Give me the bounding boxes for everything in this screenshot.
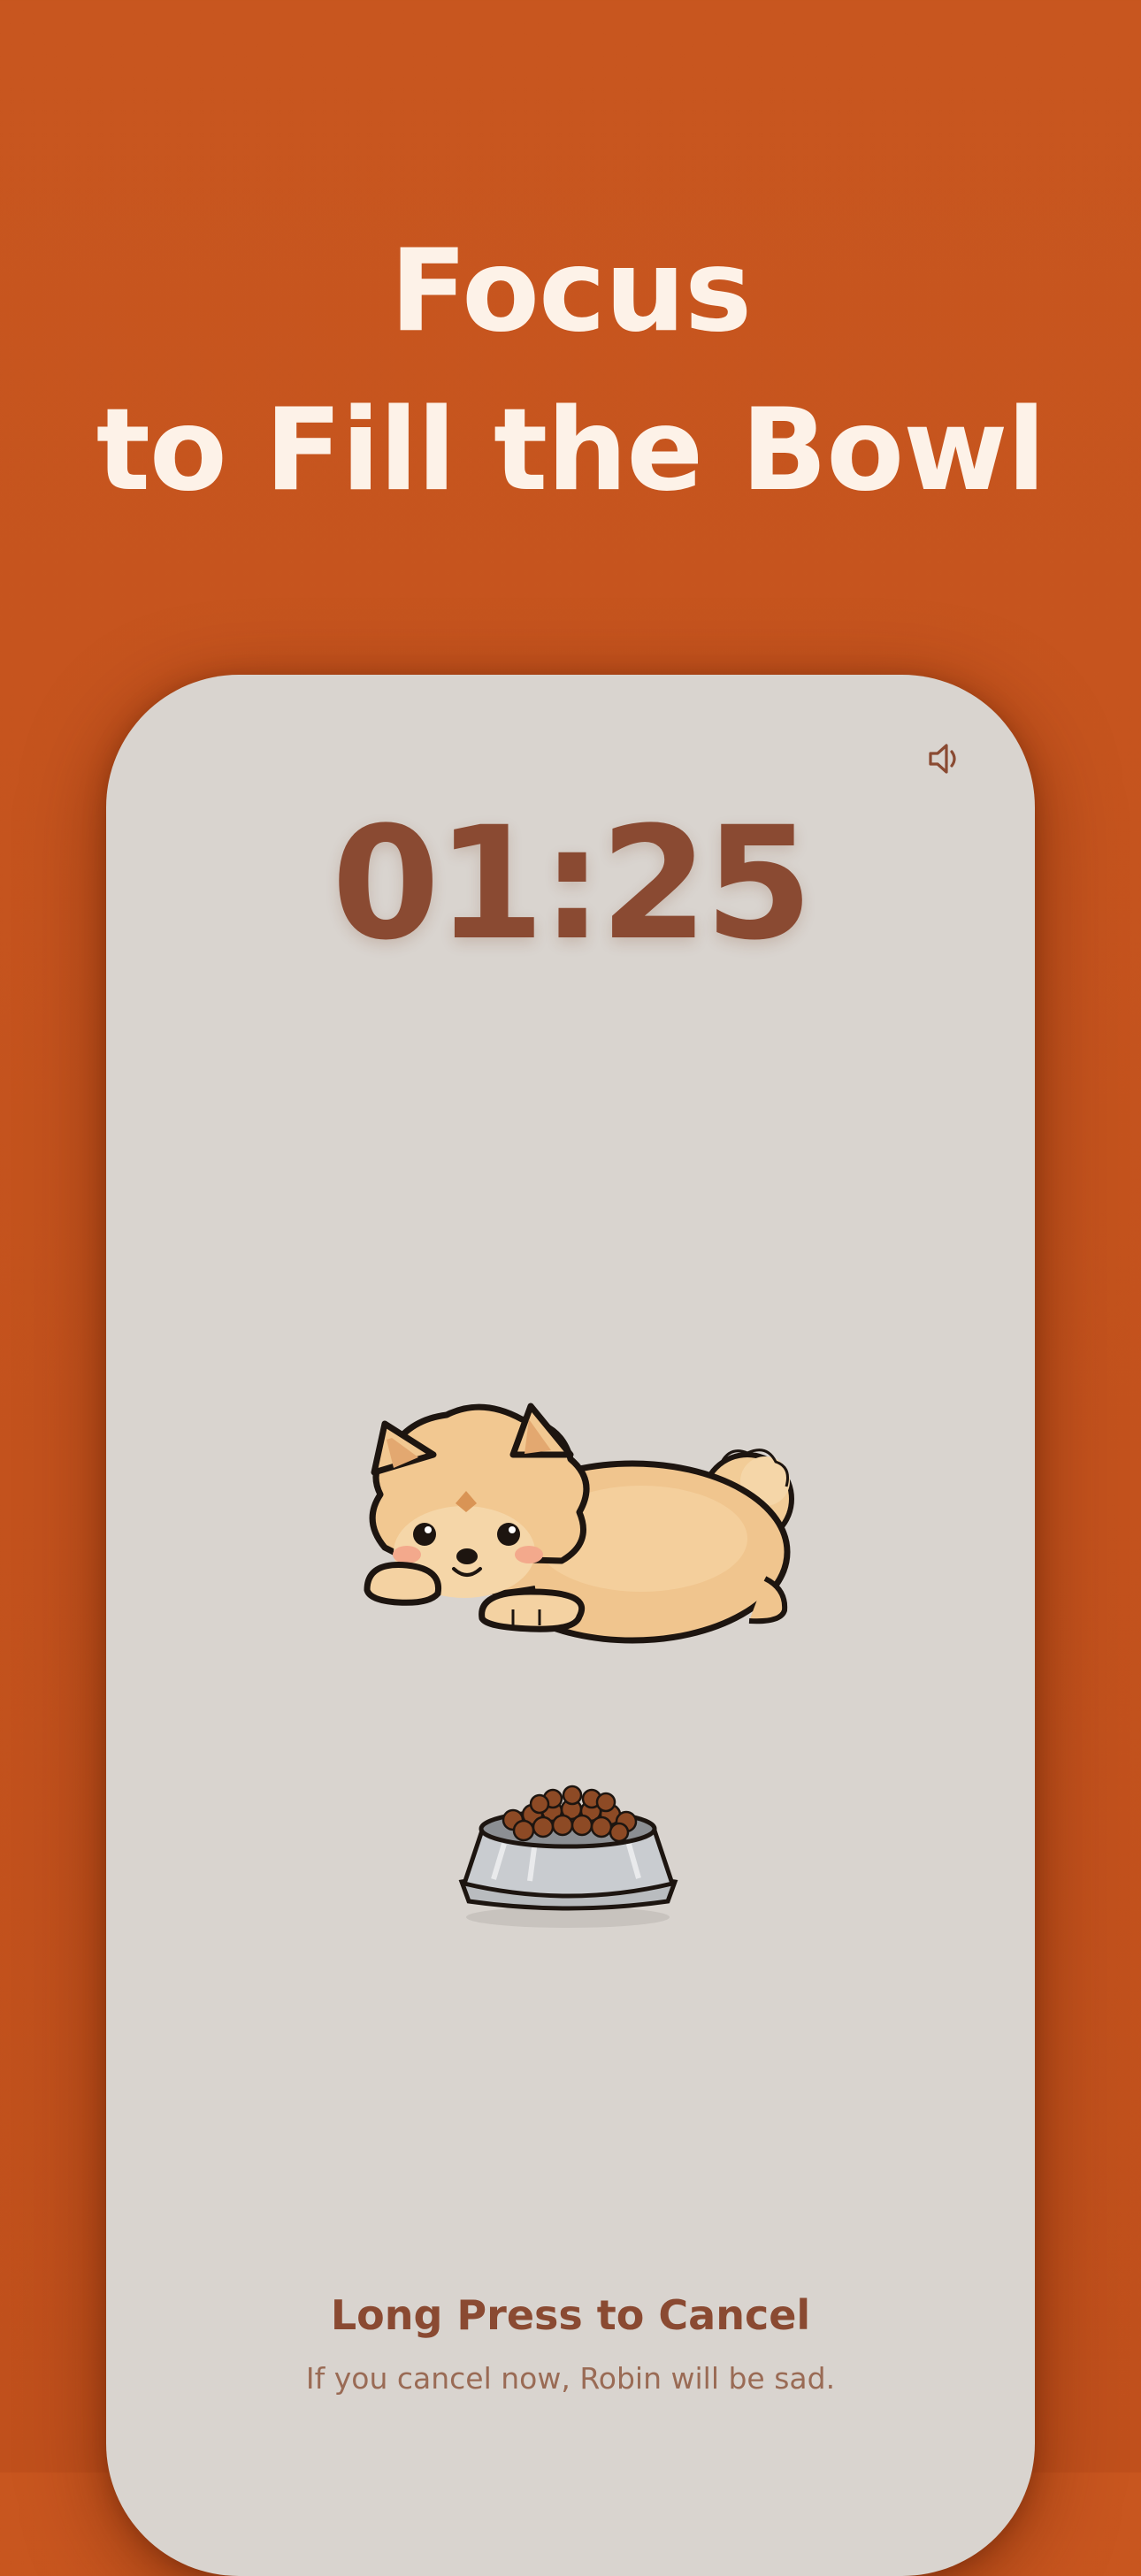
headline-line-1: Focus xyxy=(389,225,752,357)
headline: Focus to Fill the Bowl xyxy=(0,212,1141,531)
headline-line-2: to Fill the Bowl xyxy=(96,385,1046,516)
pomeranian-dog-illustration xyxy=(364,1403,794,1644)
food-bowl-illustration xyxy=(458,1785,678,1928)
cancel-warning-text: If you cancel now, Robin will be sad. xyxy=(305,2361,836,2396)
speaker-icon xyxy=(929,744,956,774)
sound-toggle-button[interactable] xyxy=(920,734,969,784)
long-press-cancel-button[interactable]: Long Press to Cancel xyxy=(0,2289,1141,2342)
focus-timer: 01:25 xyxy=(331,793,813,975)
kibble xyxy=(502,1785,638,1843)
